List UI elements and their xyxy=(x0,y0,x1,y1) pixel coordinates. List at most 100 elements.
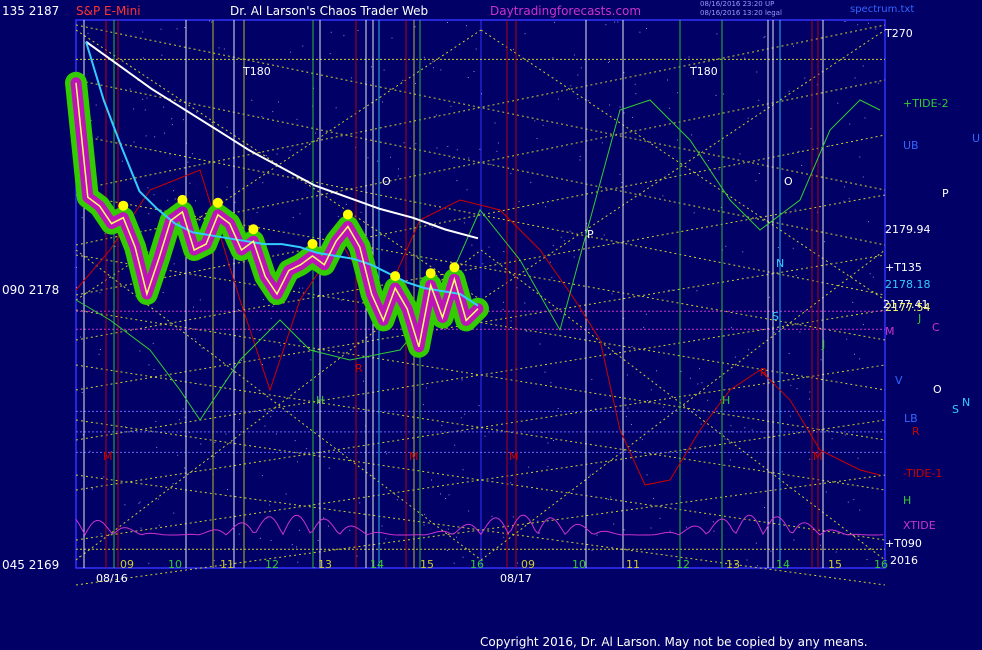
star-dot xyxy=(579,159,581,161)
star-dot xyxy=(854,77,856,79)
right-label: UB xyxy=(903,139,919,152)
star-dot xyxy=(748,349,750,351)
star-dot xyxy=(756,71,758,73)
star-dot xyxy=(76,287,78,288)
star-dot xyxy=(683,448,685,450)
star-dot xyxy=(859,509,861,511)
star-dot xyxy=(329,53,331,55)
star-dot xyxy=(746,559,748,561)
price-high-dot xyxy=(390,271,401,282)
star-dot xyxy=(494,122,496,124)
star-dot xyxy=(447,22,448,23)
star-dot xyxy=(691,134,693,136)
star-dot xyxy=(530,181,532,183)
star-dot xyxy=(768,296,770,298)
star-dot xyxy=(844,186,845,188)
star-dot xyxy=(551,277,553,279)
right-label: N xyxy=(962,396,971,409)
star-dot xyxy=(716,33,718,35)
star-dot xyxy=(276,153,278,155)
n-label: N xyxy=(776,257,784,270)
star-dot xyxy=(341,299,343,301)
star-dot xyxy=(162,292,164,293)
star-dot xyxy=(450,105,452,107)
star-dot xyxy=(182,408,184,410)
star-dot xyxy=(793,539,795,541)
star-dot xyxy=(187,161,189,163)
star-dot xyxy=(708,160,710,161)
star-dot xyxy=(176,28,178,30)
star-dot xyxy=(724,438,726,440)
star-dot xyxy=(147,187,149,189)
star-dot xyxy=(587,100,589,102)
star-dot xyxy=(554,21,556,23)
star-dot xyxy=(138,502,140,504)
star-dot xyxy=(725,245,727,247)
star-dot xyxy=(688,56,690,58)
star-dot xyxy=(747,117,749,119)
star-dot xyxy=(537,520,539,522)
star-dot xyxy=(591,550,593,552)
star-dot xyxy=(422,404,424,406)
star-dot xyxy=(381,525,383,527)
star-dot xyxy=(609,60,610,62)
star-dot xyxy=(700,423,702,425)
star-dot xyxy=(744,427,746,429)
star-dot xyxy=(809,415,811,417)
price-high-dot xyxy=(342,209,353,220)
hour-tick-label: 09 xyxy=(521,558,535,571)
star-dot xyxy=(685,526,687,528)
hour-tick-label: 16 xyxy=(874,558,888,571)
star-dot xyxy=(781,471,783,473)
star-dot xyxy=(196,111,198,113)
star-dot xyxy=(580,67,582,69)
right-label: J xyxy=(918,312,922,325)
right-label: S xyxy=(952,403,959,416)
star-dot xyxy=(382,101,383,103)
star-dot xyxy=(849,123,851,125)
star-dot xyxy=(87,32,89,34)
star-dot xyxy=(788,353,790,354)
star-dot xyxy=(831,438,833,440)
plot-area: T180 T180 O O P N S R R H H J M M M M 09 10 11 12 13 14 15 16 09… xyxy=(65,19,888,586)
star-dot xyxy=(631,346,633,347)
star-dot xyxy=(560,236,562,238)
star-dot xyxy=(756,565,758,567)
slow-average-line xyxy=(85,40,479,240)
r-label: R xyxy=(355,362,363,375)
star-dot xyxy=(475,48,477,50)
date-label: 08/16 xyxy=(96,572,128,585)
star-dot xyxy=(142,98,144,100)
star-dot xyxy=(762,431,764,433)
star-dot xyxy=(596,534,598,536)
s-label: S xyxy=(772,310,779,323)
right-label: O xyxy=(933,383,942,396)
star-dot xyxy=(713,530,715,532)
star-dot xyxy=(414,26,416,28)
star-dot xyxy=(328,467,330,469)
star-dot xyxy=(591,378,593,380)
star-dot xyxy=(668,107,670,109)
star-dot xyxy=(809,458,811,460)
star-dot xyxy=(764,35,766,37)
star-dot xyxy=(621,182,623,184)
star-dot xyxy=(659,517,661,519)
star-dot xyxy=(153,369,155,370)
star-dot xyxy=(538,532,540,534)
star-dot xyxy=(773,332,775,334)
star-dot xyxy=(804,77,806,79)
star-dot xyxy=(385,451,387,452)
star-dot xyxy=(491,515,493,517)
star-dot xyxy=(464,413,466,415)
star-dot xyxy=(310,359,312,361)
star-dot xyxy=(843,200,845,202)
star-dot xyxy=(872,276,874,278)
star-dot xyxy=(868,22,869,24)
right-label: H xyxy=(903,494,912,507)
star-dot xyxy=(607,498,609,500)
star-dot xyxy=(550,382,552,384)
star-dot xyxy=(799,331,801,333)
star-dot xyxy=(367,157,369,159)
star-dot xyxy=(825,491,827,493)
star-dot xyxy=(81,217,83,219)
